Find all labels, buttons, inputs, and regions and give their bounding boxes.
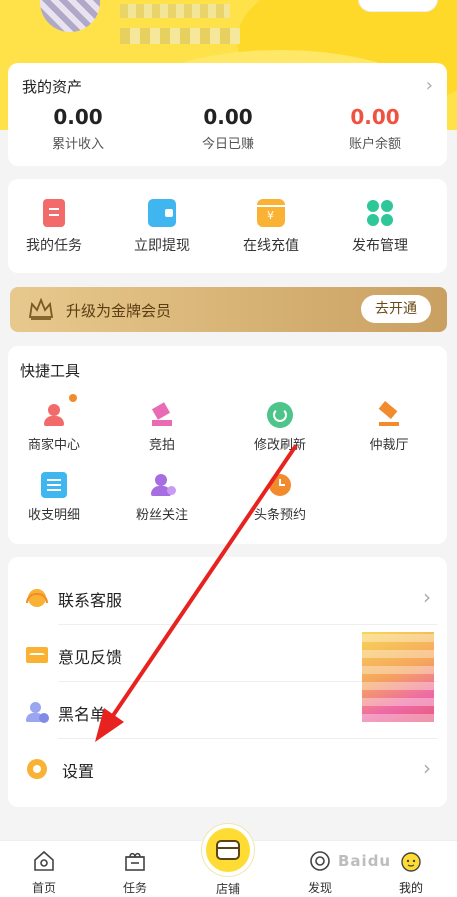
tab-home[interactable]: 首页 (14, 849, 74, 896)
gift-box-icon (125, 852, 145, 871)
tab-label: 我的 (398, 881, 423, 895)
store-icon (216, 840, 240, 860)
tab-label: 任务 (122, 881, 147, 895)
profile-face-icon (401, 852, 421, 872)
home-icon (34, 850, 54, 871)
annotation-arrow (95, 445, 297, 742)
watermark: Baidu (338, 852, 392, 870)
tab-tasks[interactable]: 任务 (105, 849, 165, 896)
tab-store-button[interactable] (202, 824, 254, 876)
tab-label: 首页 (31, 881, 56, 895)
tab-label: 发现 (307, 881, 332, 895)
tab-label-store: 店铺 (215, 882, 240, 896)
compass-icon (310, 851, 330, 871)
